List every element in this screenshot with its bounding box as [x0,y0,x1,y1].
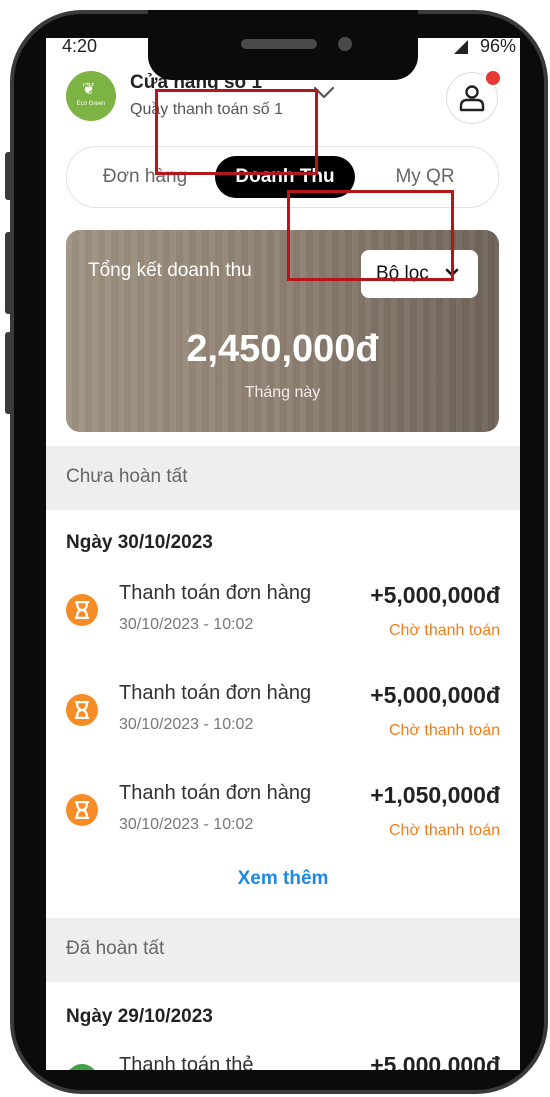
transaction-amount: +5,000,000đ [370,1052,500,1070]
transaction-time: 30/10/2023 - 10:02 [119,616,254,633]
transaction-status: Chờ thanh toán [388,822,500,839]
date-header: Ngày 30/10/2023 [66,532,213,553]
transaction-title[interactable]: Thanh toán đơn hàng [119,582,311,605]
hourglass-icon [66,594,98,626]
see-more-link[interactable]: Xem thêm [46,868,520,890]
check-icon [66,1064,98,1070]
transaction-time: 30/10/2023 - 10:02 [119,816,254,833]
transaction-title[interactable]: Thanh toán đơn hàng [119,782,311,805]
hourglass-icon [66,694,98,726]
transaction-title[interactable]: Thanh toán đơn hàng [119,682,311,705]
status-time: 4:20 [62,38,98,56]
transaction-amount: +5,000,000đ [370,582,500,608]
volume-down-button [5,332,13,414]
section-pending-label: Chưa hoàn tất [66,466,188,487]
volume-up-button [5,232,13,314]
highlight-box-filter [287,190,454,281]
mute-switch [5,152,13,200]
section-completed: Đã hoàn tất [46,918,520,982]
front-camera [338,37,352,51]
section-completed-label: Đã hoàn tất [66,938,165,959]
date-header: Ngày 29/10/2023 [66,1006,213,1027]
battery-level: 96% [479,38,516,56]
section-pending: Chưa hoàn tất [46,446,520,510]
phone-notch-overlay [148,10,418,80]
transaction-status: Chờ thanh toán [388,722,500,739]
store-logo[interactable]: ❦ Eco Green [66,71,116,121]
transaction-title[interactable]: Thanh toán thẻ [119,1054,254,1070]
signal-icon [454,40,468,54]
leaf-icon: ❦ [82,81,96,98]
summary-title: Tổng kết doanh thu [88,260,252,281]
transaction-amount: +1,050,000đ [370,782,500,808]
revenue-total: 2,450,000đ [186,328,379,370]
transaction-status: Chờ thanh toán [388,622,500,639]
notification-dot [484,69,502,87]
transaction-time: 30/10/2023 - 10:02 [119,716,254,733]
hourglass-icon [66,794,98,826]
user-icon [459,85,485,112]
logo-brand-text: Eco Green [76,101,106,107]
speaker [241,39,317,49]
transaction-amount: +5,000,000đ [370,682,500,708]
revenue-period: Tháng này [244,384,321,401]
highlight-box-tab [155,89,318,175]
